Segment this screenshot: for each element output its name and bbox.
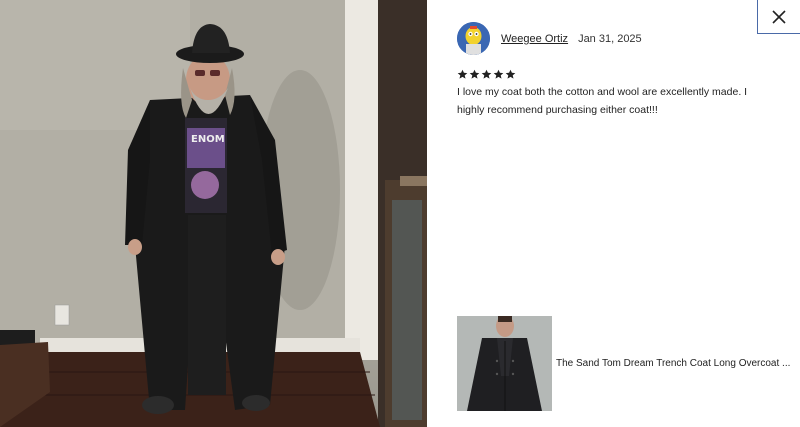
product-image [457, 316, 552, 411]
star-icon [493, 69, 504, 79]
review-date: Jan 31, 2025 [578, 32, 642, 45]
star-icon [457, 69, 468, 79]
product-title[interactable]: The Sand Tom Dream Trench Coat Long Over… [556, 358, 790, 369]
review-photo-scene: ENOM [0, 0, 427, 427]
star-rating [457, 69, 516, 80]
review-panel: Weegee Ortiz Jan 31, 2025 I love my coat… [427, 0, 800, 427]
star-icon [469, 69, 480, 79]
reviewer-avatar[interactable] [457, 22, 490, 55]
reviewer-info: Weegee Ortiz Jan 31, 2025 [457, 22, 642, 55]
reviewer-name-link[interactable]: Weegee Ortiz [501, 33, 568, 45]
review-text: I love my coat both the cotton and wool … [457, 86, 748, 116]
close-icon [772, 9, 786, 24]
review-photo: ENOM [0, 0, 427, 427]
product-thumbnail[interactable] [457, 316, 552, 411]
reviewed-product-link[interactable]: The Sand Tom Dream Trench Coat Long Over… [457, 316, 790, 411]
star-icon [481, 69, 492, 79]
close-button[interactable] [757, 0, 800, 34]
star-icon [505, 69, 516, 79]
svg-text:ENOM: ENOM [191, 134, 225, 145]
avatar-image [457, 22, 490, 55]
